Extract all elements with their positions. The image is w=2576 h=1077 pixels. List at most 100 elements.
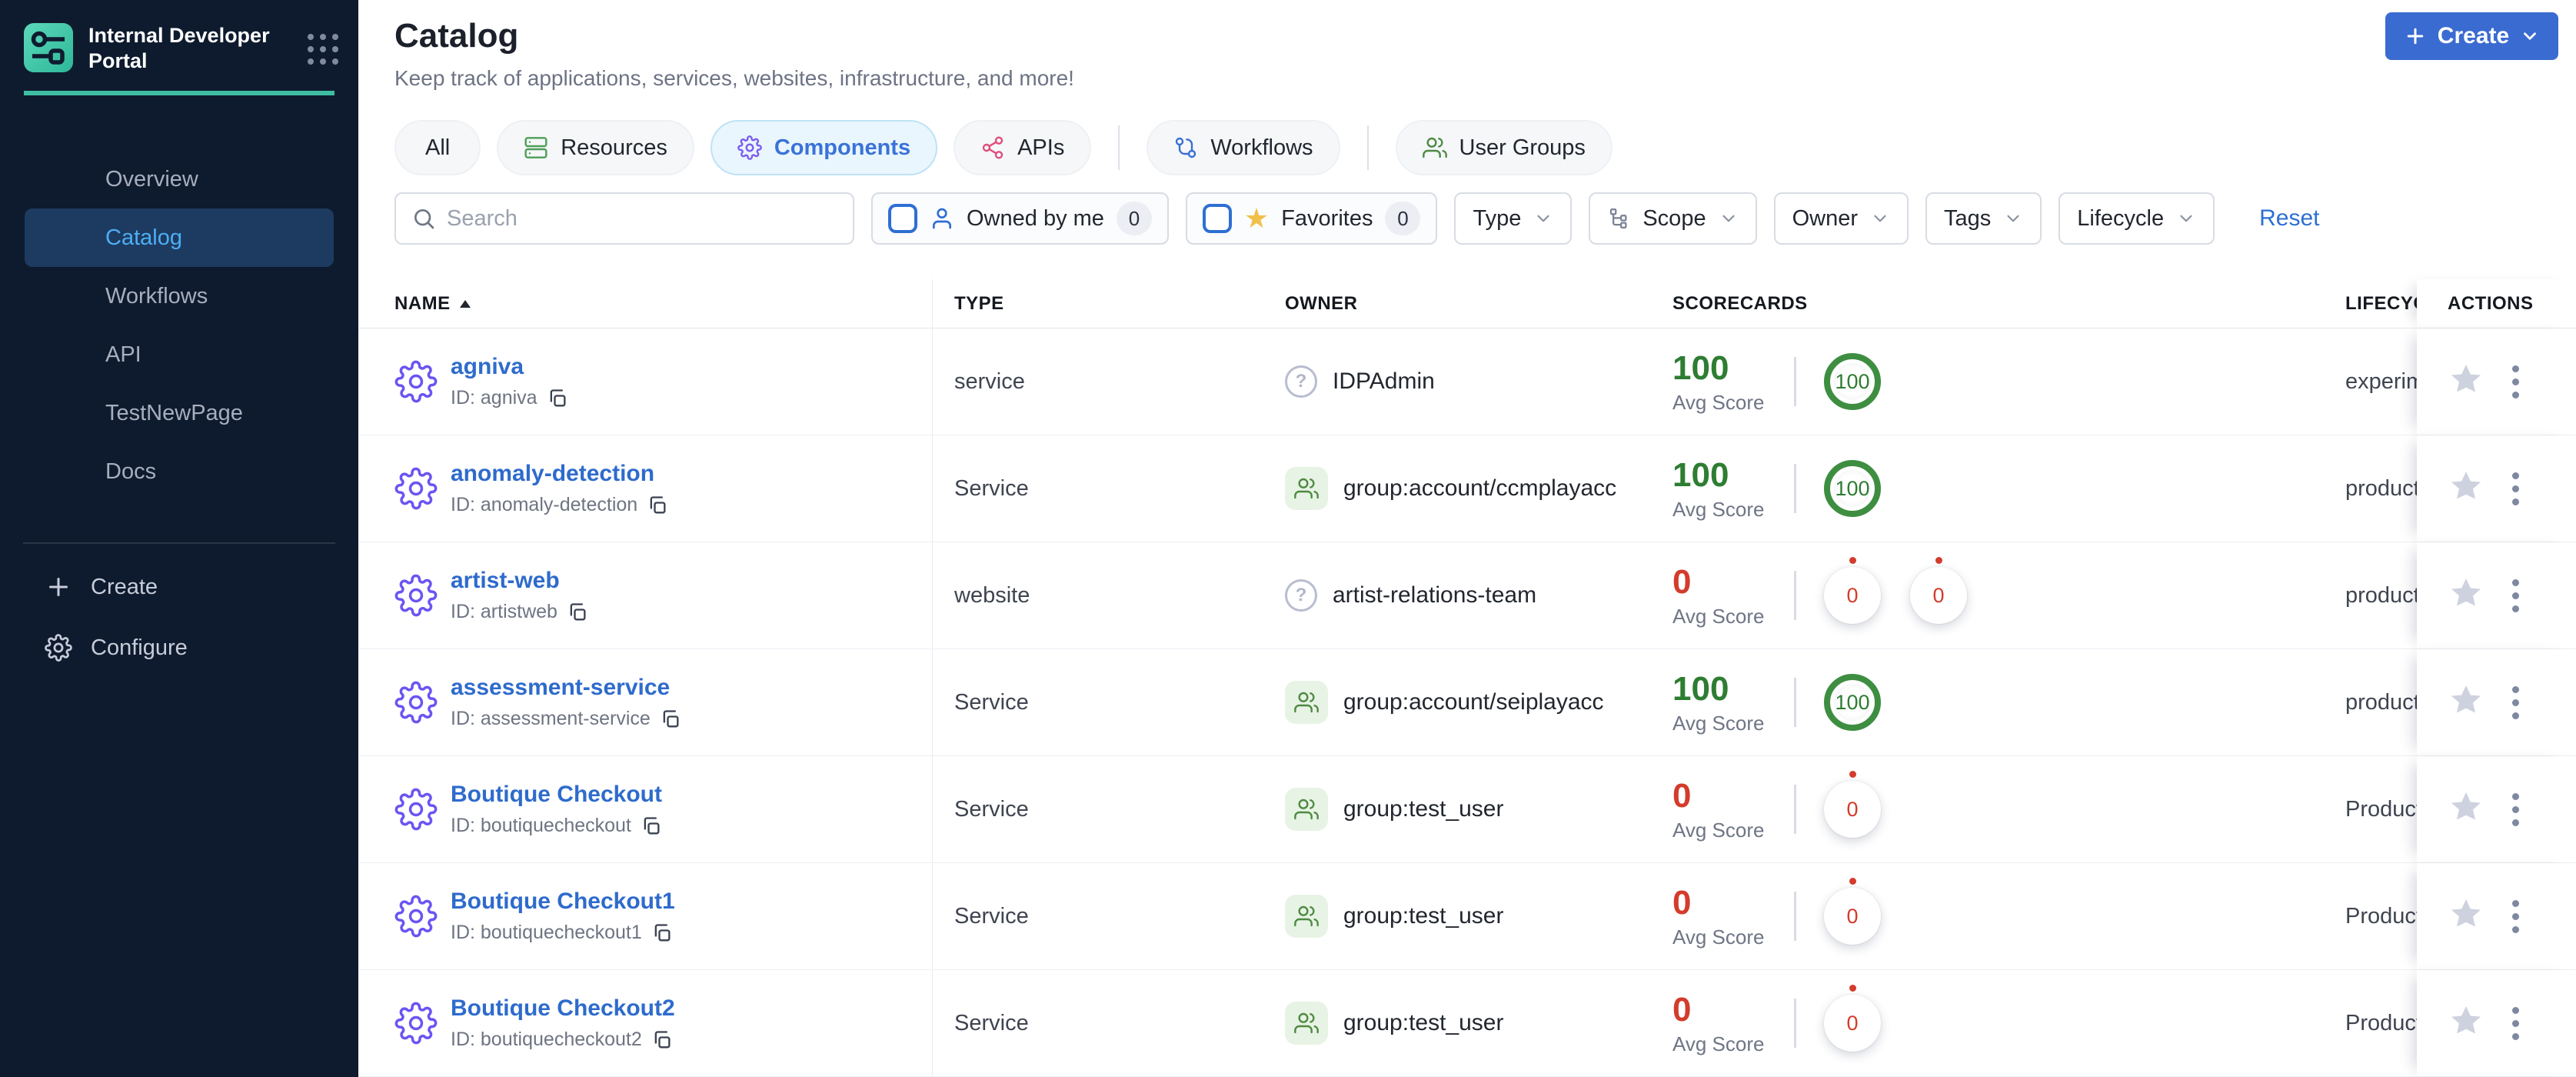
sidebar-item-catalog[interactable]: Catalog [25, 208, 334, 267]
scorecard-circles: 00 [1824, 557, 1967, 624]
tab-user-groups[interactable]: User Groups [1395, 120, 1612, 175]
owned-by-me-count: 0 [1116, 202, 1152, 235]
scorecard-circle: 0 [1824, 771, 1881, 838]
avg-score-label: Avg Score [1672, 818, 1765, 842]
tab-all-label: All [425, 135, 451, 160]
plus-icon [2407, 28, 2424, 45]
sidebar-configure-label: Configure [91, 635, 188, 660]
owned-by-me-checkbox[interactable] [888, 204, 917, 233]
create-button[interactable]: Create [2385, 12, 2558, 60]
lifecycle-dropdown-label: Lifecycle [2077, 205, 2165, 231]
component-gear-icon [394, 574, 438, 617]
sidebar-configure-button[interactable]: Configure [45, 628, 188, 668]
tags-dropdown[interactable]: Tags [1925, 192, 2042, 245]
favorite-star-icon[interactable] [2448, 468, 2484, 509]
page-header: Catalog Keep track of applications, serv… [394, 17, 2576, 91]
app-grid-icon[interactable] [308, 34, 338, 65]
scorecard-divider [1794, 892, 1796, 941]
sidebar-item-docs[interactable]: Docs [25, 442, 334, 501]
kebab-menu-icon[interactable] [2508, 575, 2524, 617]
kebab-menu-icon[interactable] [2508, 789, 2524, 831]
scorecard-circle: 100 [1824, 460, 1881, 517]
entity-id: ID: assessment-service [451, 708, 651, 729]
tab-resources[interactable]: Resources [497, 120, 694, 175]
copy-icon[interactable] [651, 1029, 673, 1051]
sidebar-create-button[interactable]: Create [45, 567, 158, 607]
group-icon [1285, 467, 1328, 510]
sidebar-header: Internal Developer Portal [24, 23, 338, 74]
tab-apis[interactable]: APIs [954, 120, 1092, 175]
entity-name-link[interactable]: Boutique Checkout [451, 782, 662, 808]
favorite-star-icon[interactable] [2448, 1003, 2484, 1044]
component-gear-icon [394, 788, 438, 831]
favorite-star-icon[interactable] [2448, 362, 2484, 402]
entity-name-link[interactable]: Boutique Checkout1 [451, 889, 675, 915]
sidebar-item-overview[interactable]: Overview [25, 150, 334, 208]
api-hub-icon [982, 136, 1003, 159]
table-row: Boutique Checkout2 ID: boutiquecheckout2… [358, 970, 2576, 1077]
entity-name-block: Boutique Checkout1 ID: boutiquecheckout1 [451, 889, 675, 944]
copy-icon[interactable] [547, 388, 568, 409]
kebab-menu-icon[interactable] [2508, 468, 2524, 510]
favorite-star-icon[interactable] [2448, 789, 2484, 830]
sidebar-item-api[interactable]: API [25, 325, 334, 384]
create-button-label: Create [2437, 23, 2510, 48]
copy-icon[interactable] [567, 602, 588, 623]
kebab-menu-icon[interactable] [2508, 895, 2524, 938]
owner-dropdown[interactable]: Owner [1773, 192, 1909, 245]
component-gear-icon [394, 360, 438, 403]
favorite-star-icon[interactable] [2448, 575, 2484, 616]
entity-name-link[interactable]: Boutique Checkout2 [451, 995, 675, 1022]
sidebar-item-testnewpage[interactable]: TestNewPage [25, 384, 334, 442]
type-dropdown[interactable]: Type [1454, 192, 1573, 245]
entity-id: ID: boutiquecheckout [451, 815, 631, 836]
entity-type: Service [954, 903, 1029, 929]
scorecard-divider [1794, 464, 1796, 513]
type-dropdown-label: Type [1473, 205, 1522, 231]
favorites-filter[interactable]: ★ Favorites 0 [1185, 192, 1438, 245]
entity-name-link[interactable]: anomaly-detection [451, 461, 668, 487]
lifecycle-value: Production [2345, 796, 2417, 822]
scorecard-circle: 100 [1824, 674, 1881, 731]
favorites-checkbox[interactable] [1202, 204, 1232, 233]
avg-score-label: Avg Score [1672, 604, 1765, 628]
sidebar-item-workflows[interactable]: Workflows [25, 267, 334, 325]
avg-score-block: 100 Avg Score [1672, 456, 1794, 522]
page-title: Catalog [394, 17, 519, 55]
entity-name-block: Boutique Checkout2 ID: boutiquecheckout2 [451, 995, 675, 1051]
lifecycle-dropdown[interactable]: Lifecycle [2058, 192, 2215, 245]
tab-components[interactable]: Components [710, 120, 938, 175]
entity-name-block: assessment-service ID: assessment-servic… [451, 675, 681, 730]
kebab-menu-icon[interactable] [2508, 682, 2524, 724]
copy-icon[interactable] [651, 922, 673, 944]
copy-icon[interactable] [660, 709, 681, 730]
chevron-down-icon [2007, 215, 2019, 222]
avg-score-block: 0 Avg Score [1672, 991, 1794, 1056]
table-row: Boutique Checkout1 ID: boutiquecheckout1… [358, 863, 2576, 970]
entity-name-link[interactable]: assessment-service [451, 675, 681, 701]
copy-icon[interactable] [647, 495, 668, 516]
table-body: agniva ID: agniva service ? IDPAdmin 100… [358, 328, 2576, 1077]
scorecard-divider [1794, 785, 1796, 834]
tab-all[interactable]: All [394, 120, 481, 175]
scorecard-circle: 0 [1824, 878, 1881, 945]
column-header-name[interactable]: NAME [358, 279, 933, 328]
user-icon [933, 208, 951, 229]
favorite-star-icon[interactable] [2448, 682, 2484, 723]
kebab-menu-icon[interactable] [2508, 361, 2524, 403]
favorite-star-icon[interactable] [2448, 896, 2484, 937]
reset-filters-link[interactable]: Reset [2259, 205, 2319, 232]
group-icon [1285, 681, 1328, 724]
owned-by-me-filter[interactable]: Owned by me 0 [871, 192, 1169, 245]
search-input[interactable] [447, 205, 837, 232]
sidebar-nav: Overview Catalog Workflows API TestNewPa… [25, 150, 334, 501]
copy-icon[interactable] [641, 815, 662, 837]
avg-score-value: 0 [1672, 883, 1692, 922]
avg-score-block: 0 Avg Score [1672, 777, 1794, 842]
entity-name-link[interactable]: artist-web [451, 568, 588, 594]
tab-workflows[interactable]: Workflows [1147, 120, 1340, 175]
entity-name-link[interactable]: agniva [451, 354, 568, 380]
scope-dropdown[interactable]: Scope [1589, 192, 1757, 245]
entity-id: ID: artistweb [451, 601, 557, 622]
kebab-menu-icon[interactable] [2508, 1002, 2524, 1045]
